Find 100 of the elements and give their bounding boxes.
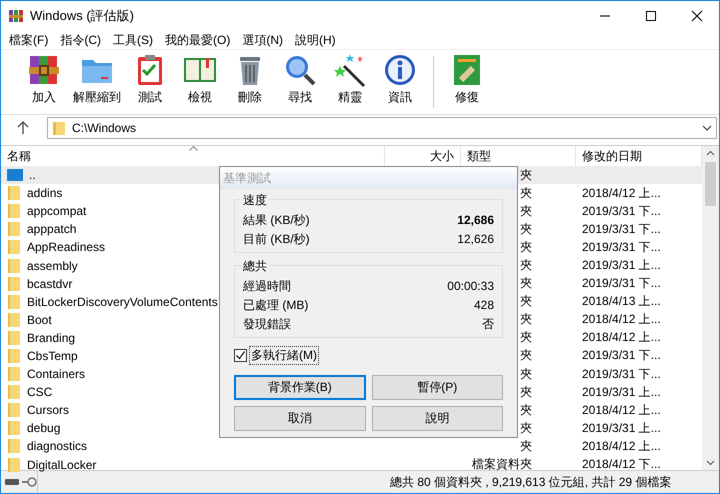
toolbar-button[interactable]: 檢視 (175, 52, 225, 106)
file-type: 檔案資料夾 (472, 457, 532, 472)
toolbar-button[interactable]: 測試 (125, 52, 175, 106)
file-type: 夾 (520, 186, 532, 200)
modified-date: 2019/3/31 下... (582, 222, 661, 236)
folder-icon (7, 203, 21, 220)
stat-label: 發現錯誤 (243, 316, 291, 332)
status-text: 總共 80 個資料夾 , 9,219,613 位元組, 共計 29 個檔案 (390, 474, 672, 490)
folder-icon (7, 330, 21, 346)
file-type: 夾 (520, 438, 532, 453)
checkbox-label[interactable]: 多執行緒(M) (249, 346, 319, 365)
folder-icon (7, 420, 21, 436)
dialog-button[interactable]: 取消 (234, 406, 366, 431)
file-type: 夾 (520, 276, 532, 290)
modified-date: 2019/3/31 下... (582, 366, 661, 381)
sort-caret-icon (189, 146, 198, 151)
modified-date: 2019/3/31 下... (582, 276, 661, 290)
up-arrow-icon[interactable] (17, 121, 29, 135)
menu-item[interactable]: 選項(N) (242, 32, 283, 48)
modified-date: 2018/4/13 上... (582, 294, 661, 308)
modified-date: 2019/3/31 上... (582, 384, 661, 399)
file-item[interactable]: diagnostics (1, 437, 385, 456)
stat-label: 已處理 (MB) (243, 296, 308, 314)
dialog-button[interactable]: 背景作業(B) (234, 375, 366, 400)
file-type: 夾 (520, 258, 532, 272)
folder-icon (7, 258, 21, 274)
toolbar-button[interactable]: 加入 (19, 52, 69, 106)
maximize-icon[interactable] (645, 10, 657, 22)
folder-icon (7, 384, 21, 400)
modified-date: 2019/3/31 上... (582, 420, 661, 435)
stat-value: 428 (474, 298, 494, 312)
stat-value: 12,686 (457, 213, 494, 227)
menu-item[interactable]: 工具(S) (113, 32, 153, 48)
folder-icon (7, 456, 21, 473)
modified-date: 2018/4/12 上... (582, 438, 661, 453)
menu-item[interactable]: 說明(H) (295, 32, 336, 48)
folder-icon (7, 312, 21, 328)
modified-date: 2019/3/31 下... (582, 240, 661, 254)
toolbar-button[interactable]: 解壓縮到 (69, 52, 125, 106)
modified-date: 2019/3/31 上... (582, 258, 661, 272)
toolbar-button[interactable]: 尋找 (275, 52, 325, 106)
modified-date: 2018/4/12 上... (582, 186, 661, 200)
folder-icon (52, 120, 66, 136)
folder-icon (7, 239, 21, 256)
stat-value: 12,626 (457, 232, 494, 246)
file-type: 夾 (520, 366, 532, 381)
folder-icon (7, 366, 21, 382)
folder-icon (7, 402, 21, 418)
folder-icon (7, 185, 21, 202)
file-type: 夾 (520, 204, 532, 218)
file-type: 夾 (520, 384, 532, 399)
modified-date: 2018/4/12 上... (582, 402, 661, 417)
stat-label: 經過時間 (243, 278, 291, 294)
group-title: 總共 (241, 258, 269, 275)
folder-icon (7, 348, 21, 364)
folder-icon (7, 276, 21, 292)
file-type: 夾 (520, 312, 532, 326)
window-title: Windows (評估版) (30, 7, 134, 25)
menu-item[interactable]: 我的最愛(O) (165, 32, 230, 48)
scroll-thumb[interactable] (705, 162, 716, 206)
folder-icon (7, 294, 21, 310)
file-type: 夾 (520, 420, 532, 435)
toolbar-button[interactable]: 刪除 (225, 52, 275, 106)
modified-date: 2018/4/12 上... (582, 312, 661, 326)
key-icon[interactable] (21, 477, 37, 487)
toolbar-button[interactable]: 資訊 (375, 52, 425, 106)
folder-icon (7, 438, 21, 454)
stat-value: 00:00:33 (447, 279, 494, 293)
scrollbar[interactable] (702, 146, 719, 470)
modified-date: 2019/3/31 下... (582, 348, 661, 362)
dialog-button[interactable]: 說明 (372, 406, 503, 431)
modified-date: 2018/4/12 上... (582, 330, 661, 344)
dialog-button[interactable]: 暫停(P) (372, 375, 503, 400)
file-type: 夾 (520, 168, 532, 182)
file-type: 夾 (520, 330, 532, 344)
file-type: 夾 (520, 348, 532, 362)
toolbar-button[interactable]: 修復 (442, 52, 492, 106)
file-type: 夾 (520, 402, 532, 417)
magic-wand-icon (332, 52, 368, 88)
stat-label: 結果 (KB/秒) (243, 212, 310, 228)
stat-label: 目前 (KB/秒) (243, 230, 310, 248)
info-icon (382, 52, 418, 88)
checkbox[interactable] (234, 349, 247, 362)
address-field[interactable]: C:\Windows (47, 117, 717, 139)
drive-icon (7, 169, 23, 182)
scroll-up-icon[interactable] (706, 150, 715, 156)
file-type: 夾 (520, 240, 532, 254)
file-type: 夾 (520, 222, 532, 236)
toolbar-button[interactable]: 精靈 (325, 52, 375, 106)
modified-date: 2019/3/31 下... (582, 204, 661, 218)
archive-app-icon (8, 8, 24, 24)
folder-icon (7, 221, 21, 238)
modified-date: 2018/4/12 下... (582, 457, 661, 472)
close-icon[interactable] (691, 10, 703, 22)
menu-item[interactable]: 檔案(F) (9, 32, 48, 48)
scroll-down-icon[interactable] (706, 460, 715, 466)
file-item[interactable]: DigitalLocker (1, 456, 385, 474)
dropdown-caret-icon[interactable] (702, 125, 712, 131)
stat-value: 否 (482, 316, 494, 332)
menu-item[interactable]: 指令(C) (60, 32, 101, 48)
